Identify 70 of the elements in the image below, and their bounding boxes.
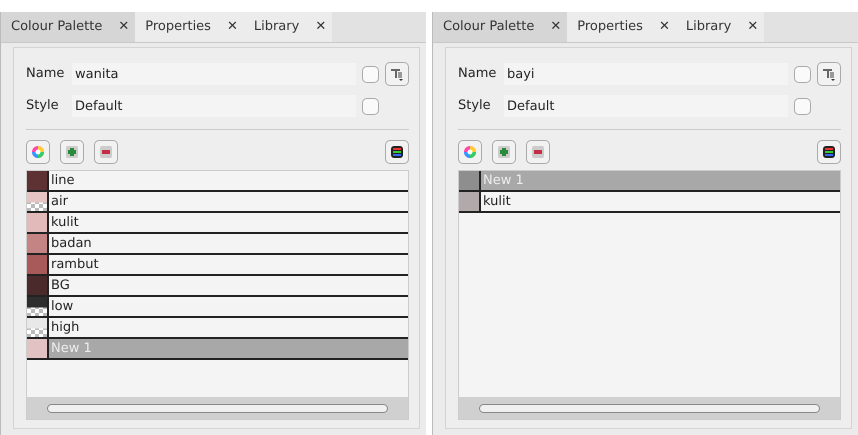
swatch-row[interactable]: air — [27, 192, 408, 213]
swatch-row[interactable]: rambut — [27, 255, 408, 276]
color-grid-icon — [390, 145, 404, 159]
color-grid-button[interactable] — [385, 140, 409, 164]
swatch-name: low — [50, 298, 74, 316]
scrollbar[interactable] — [27, 397, 408, 419]
minus-icon — [531, 145, 545, 159]
text-field[interactable]: wanita — [72, 63, 356, 85]
close-icon[interactable]: ✕ — [747, 17, 758, 37]
field-label: Style — [458, 97, 492, 116]
swatch-row[interactable]: line — [27, 171, 408, 192]
swatch-row[interactable]: low — [27, 297, 408, 318]
remove-swatch-button[interactable] — [526, 140, 550, 164]
swatch-row[interactable]: kulit — [459, 192, 840, 213]
scrollbar-thumb[interactable] — [479, 404, 820, 412]
swatch-name: badan — [50, 235, 92, 253]
field-label: Name — [458, 65, 498, 84]
dropdown-icon — [390, 67, 404, 81]
color-wheel-button[interactable] — [26, 140, 50, 164]
swatch-name: line — [50, 172, 74, 190]
remove-swatch-button[interactable] — [94, 140, 118, 164]
close-icon[interactable]: ✕ — [226, 17, 238, 37]
swatch-name: New 1 — [482, 172, 524, 190]
checkbox[interactable] — [362, 98, 379, 114]
checkbox[interactable] — [794, 98, 811, 114]
close-icon[interactable]: ✕ — [550, 17, 562, 37]
field-label: Name — [26, 65, 66, 84]
color-grid-button[interactable] — [817, 140, 841, 164]
panel-tab[interactable]: Colour Palette ✕ — [433, 12, 568, 42]
scrollbar-thumb[interactable] — [47, 404, 388, 412]
swatch-name: rambut — [50, 256, 99, 274]
minus-icon — [99, 145, 113, 159]
plus-icon — [65, 145, 79, 159]
swatch-name: BG — [50, 277, 70, 295]
field-label: Style — [26, 97, 60, 116]
panel-tab[interactable]: Properties ✕ — [567, 12, 676, 42]
swatch-name: New 1 — [50, 340, 92, 358]
close-icon[interactable]: ✕ — [118, 17, 130, 37]
swatch-row[interactable]: high — [27, 318, 408, 339]
add-swatch-button[interactable] — [60, 140, 84, 164]
dropdown-icon — [822, 67, 836, 81]
swatch-row[interactable]: kulit — [27, 213, 408, 234]
palette-menu-button[interactable] — [817, 62, 841, 86]
color-wheel-icon — [31, 145, 45, 159]
swatch-name: kulit — [482, 193, 511, 211]
checkbox[interactable] — [794, 66, 811, 82]
text-field[interactable]: Default — [504, 95, 788, 117]
text-field[interactable]: Default — [72, 95, 356, 117]
swatch-name: high — [50, 319, 80, 337]
plus-icon — [497, 145, 511, 159]
palette-menu-button[interactable] — [385, 62, 409, 86]
close-icon[interactable]: ✕ — [658, 17, 670, 37]
color-wheel-button[interactable] — [458, 140, 482, 164]
scrollbar[interactable] — [459, 397, 840, 419]
swatch-name: kulit — [50, 214, 79, 232]
add-swatch-button[interactable] — [492, 140, 516, 164]
color-grid-icon — [822, 145, 836, 159]
swatch-row[interactable]: badan — [27, 234, 408, 255]
checkbox[interactable] — [362, 66, 379, 82]
close-icon[interactable]: ✕ — [315, 17, 326, 37]
panel-tab[interactable]: Colour Palette ✕ — [1, 12, 136, 42]
swatch-name: air — [50, 193, 68, 211]
swatch-row[interactable]: BG — [27, 276, 408, 297]
panel-tab[interactable]: Library ✕ — [244, 12, 332, 42]
swatch-list[interactable]: New 1 kulit — [458, 170, 841, 420]
swatch-list[interactable]: line air kulit badan rambut BG low high New 1 — [26, 170, 409, 420]
panel-tab[interactable]: Library ✕ — [676, 12, 764, 42]
panel-tab[interactable]: Properties ✕ — [135, 12, 244, 42]
color-wheel-icon — [463, 145, 477, 159]
text-field[interactable]: bayi — [504, 63, 788, 85]
